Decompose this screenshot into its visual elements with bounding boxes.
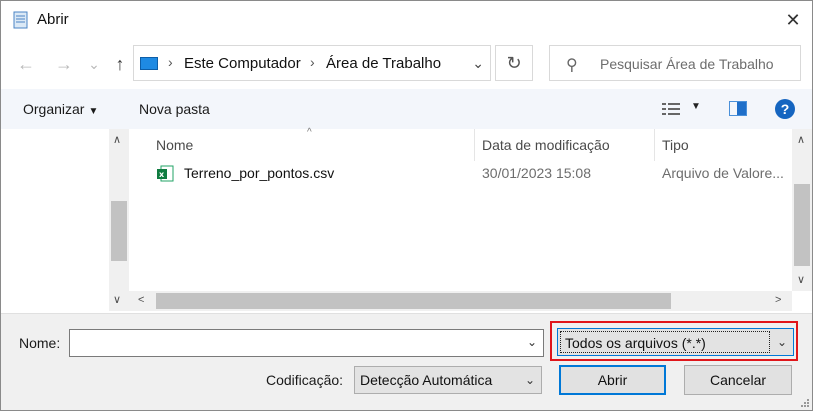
notepad-app-icon — [13, 11, 28, 29]
breadcrumb-separator-icon: › — [310, 54, 315, 70]
excel-csv-file-icon: x — [157, 165, 174, 182]
navigation-pane[interactable]: ∧ ∨ — [1, 129, 129, 311]
scroll-up-arrow-icon[interactable]: ∧ — [113, 133, 121, 146]
search-placeholder: Pesquisar Área de Trabalho — [600, 56, 774, 72]
up-arrow-icon[interactable]: ↑ — [109, 53, 131, 75]
column-header-name[interactable]: Nome — [156, 137, 193, 153]
file-name: Terreno_por_pontos.csv — [184, 165, 335, 181]
search-icon: ⚲ — [566, 57, 578, 74]
svg-text:x: x — [159, 170, 165, 179]
help-icon[interactable]: ? — [775, 99, 795, 119]
file-name-history-chevron-icon[interactable]: ⌄ — [527, 335, 537, 349]
scrollbar-thumb[interactable] — [111, 201, 127, 261]
file-name-input[interactable]: ⌄ — [69, 329, 544, 357]
focus-rectangle: Todos os arquivos (*.*) — [560, 331, 770, 353]
scroll-down-arrow-icon[interactable]: ∨ — [113, 293, 121, 306]
organize-label: Organizar — [23, 101, 85, 117]
encoding-value: Detecção Automática — [360, 372, 493, 388]
refresh-icon[interactable]: ↻ — [495, 45, 533, 81]
file-list-horizontal-scrollbar[interactable]: < > — [129, 291, 792, 311]
organize-button[interactable]: Organizar ▼ — [23, 101, 98, 117]
chevron-down-icon: ▼ — [88, 106, 99, 117]
breadcrumb-desktop[interactable]: Área de Trabalho — [326, 55, 441, 72]
cancel-button[interactable]: Cancelar — [684, 365, 792, 395]
column-divider[interactable] — [654, 129, 655, 161]
navigation-pane-scrollbar[interactable]: ∧ ∨ — [109, 129, 129, 311]
forward-arrow-icon[interactable]: → — [53, 53, 75, 75]
file-list-vertical-scrollbar[interactable]: ∧ ∨ — [792, 129, 812, 291]
encoding-label: Codificação: — [266, 372, 344, 388]
breadcrumb-this-pc[interactable]: Este Computador — [184, 55, 301, 72]
preview-pane-icon[interactable] — [729, 101, 747, 116]
file-name-label: Nome: — [19, 335, 61, 351]
new-folder-button[interactable]: Nova pasta — [139, 101, 210, 117]
address-dropdown-chevron-icon[interactable]: ⌄ — [472, 55, 484, 72]
computer-icon — [140, 57, 158, 70]
file-row[interactable]: x Terreno_por_pontos.csv 30/01/2023 15:0… — [129, 159, 792, 187]
open-button[interactable]: Abrir — [559, 365, 666, 395]
scrollbar-thumb[interactable] — [156, 293, 671, 309]
file-type-filter-value: Todos os arquivos (*.*) — [565, 335, 706, 351]
window-title: Abrir — [37, 11, 69, 28]
command-toolbar: Organizar ▼ Nova pasta ▼ — [1, 89, 812, 129]
address-bar[interactable]: › Este Computador › Área de Trabalho ⌄ — [133, 45, 491, 81]
view-details-icon[interactable] — [661, 101, 681, 117]
encoding-select[interactable]: Detecção Automática ⌄ — [354, 366, 542, 394]
resize-grip-icon[interactable] — [800, 398, 810, 408]
search-input[interactable]: ⚲ Pesquisar Área de Trabalho — [549, 45, 801, 81]
recent-locations-chevron-icon[interactable]: ⌄ — [83, 53, 105, 75]
title-bar: Abrir ✕ — [1, 1, 812, 39]
scroll-down-arrow-icon[interactable]: ∨ — [797, 273, 805, 286]
column-header-type[interactable]: Tipo — [662, 137, 689, 153]
scrollbar-thumb[interactable] — [794, 184, 810, 266]
chevron-down-icon[interactable]: ⌄ — [777, 335, 787, 349]
navigation-bar: ← → ⌄ ↑ › Este Computador › Área de Trab… — [1, 41, 812, 87]
chevron-down-icon[interactable]: ⌄ — [525, 373, 535, 387]
file-list[interactable]: ^ Nome Data de modificação Tipo x Terren… — [129, 127, 792, 291]
scroll-left-arrow-icon[interactable]: < — [138, 294, 144, 306]
open-file-dialog: Abrir ✕ ← → ⌄ ↑ › Este Computador › Área… — [0, 0, 813, 411]
scroll-up-arrow-icon[interactable]: ∧ — [797, 133, 805, 146]
column-divider[interactable] — [474, 129, 475, 161]
file-date-modified: 30/01/2023 15:08 — [482, 165, 591, 181]
close-icon[interactable]: ✕ — [782, 9, 804, 31]
file-type: Arquivo de Valore... — [662, 165, 784, 181]
breadcrumb-separator-icon: › — [168, 54, 173, 70]
file-dialog-footer: Nome: ⌄ Todos os arquivos (*.*) ⌄ Codifi… — [1, 313, 812, 410]
sort-ascending-icon: ^ — [307, 127, 312, 138]
view-options-chevron-icon[interactable]: ▼ — [691, 101, 701, 112]
column-header-date-modified[interactable]: Data de modificação — [482, 137, 610, 153]
file-type-filter-select[interactable]: Todos os arquivos (*.*) ⌄ — [557, 328, 794, 356]
back-arrow-icon[interactable]: ← — [15, 53, 37, 75]
scroll-right-arrow-icon[interactable]: > — [775, 294, 781, 306]
